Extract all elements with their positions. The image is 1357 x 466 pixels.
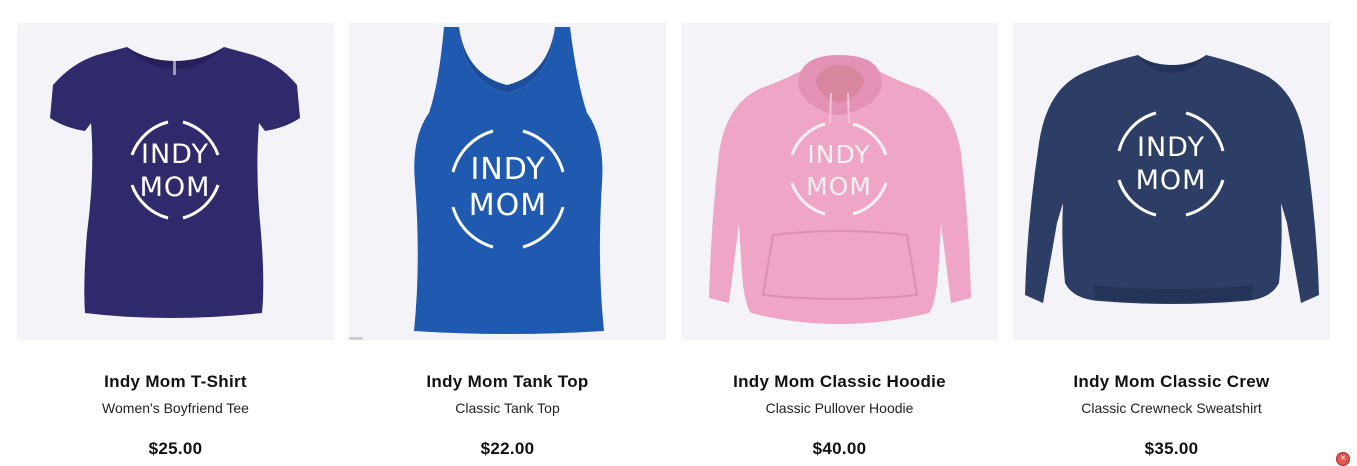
logo-line-2: MOM	[469, 188, 547, 223]
hoodie-image: INDY MOM	[709, 55, 971, 324]
tank-top-image: INDY MOM	[349, 27, 604, 340]
logo-line-1: INDY	[141, 139, 209, 170]
product-card-crewneck[interactable]: INDY MOM Indy Mom Classic Crew Classic C…	[1013, 23, 1330, 459]
product-grid: INDY MOM Indy Mom T-Shirt Women's Boyfri…	[17, 23, 1330, 459]
logo-line-2: MOM	[806, 172, 872, 201]
product-image[interactable]: INDY MOM	[349, 23, 666, 340]
logo-line-1: INDY	[470, 152, 545, 187]
product-title[interactable]: Indy Mom Classic Crew	[1073, 372, 1269, 392]
t-shirt-tag	[173, 61, 176, 75]
product-card-tank-top[interactable]: INDY MOM Indy Mom Tank Top Classic Tank …	[349, 23, 666, 459]
product-title[interactable]: Indy Mom Classic Hoodie	[733, 372, 946, 392]
product-card-t-shirt[interactable]: INDY MOM Indy Mom T-Shirt Women's Boyfri…	[17, 23, 334, 459]
product-subtitle: Classic Pullover Hoodie	[765, 400, 914, 416]
product-title[interactable]: Indy Mom Tank Top	[426, 372, 588, 392]
product-image[interactable]: INDY MOM	[1013, 23, 1330, 340]
product-image[interactable]: INDY MOM	[681, 23, 998, 340]
product-price: $35.00	[1144, 439, 1199, 458]
product-subtitle: Classic Crewneck Sweatshirt	[1081, 400, 1262, 416]
logo-line-1: INDY	[807, 140, 870, 169]
crewneck-image: INDY MOM	[1025, 55, 1319, 304]
product-price: $40.00	[812, 439, 867, 458]
product-price: $25.00	[148, 439, 203, 458]
close-icon[interactable]: ×	[1336, 452, 1350, 466]
product-title[interactable]: Indy Mom T-Shirt	[104, 372, 247, 392]
logo-line-1: INDY	[1137, 132, 1205, 163]
product-subtitle: Classic Tank Top	[455, 400, 560, 416]
t-shirt-image: INDY MOM	[50, 47, 300, 318]
product-price: $22.00	[480, 439, 535, 458]
logo-line-2: MOM	[140, 172, 211, 203]
product-subtitle: Women's Boyfriend Tee	[102, 400, 249, 416]
logo-line-2: MOM	[1136, 165, 1207, 196]
product-image[interactable]: INDY MOM	[17, 23, 334, 340]
product-card-hoodie[interactable]: INDY MOM Indy Mom Classic Hoodie Classic…	[681, 23, 998, 459]
image-corner-mark	[349, 337, 363, 340]
